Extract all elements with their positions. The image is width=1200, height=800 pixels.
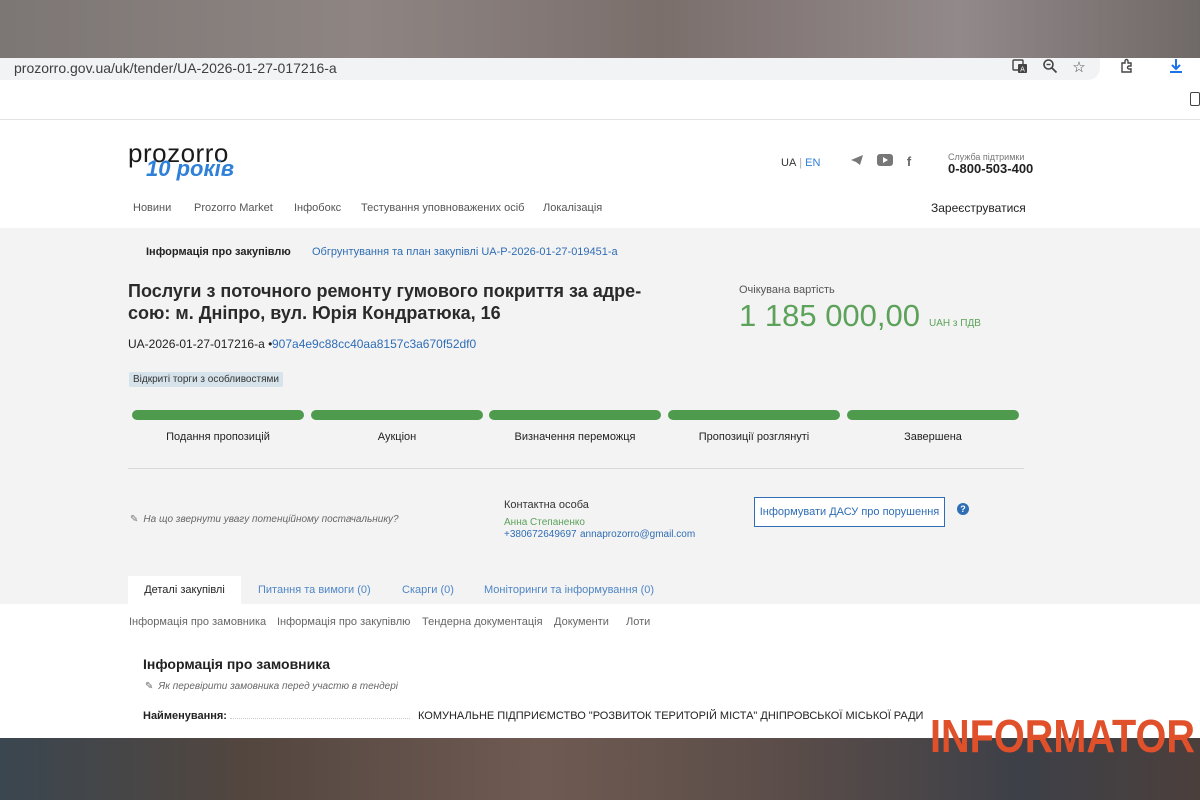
stage-label: Аукціон: [377, 431, 417, 443]
customer-name-value: КОМУНАЛЬНЕ ПІДПРИЄМСТВО "РОЗВИТОК ТЕРИТО…: [418, 710, 924, 722]
stage-bar-reviewed: [668, 410, 840, 420]
stage-label: Визначення переможця: [514, 431, 636, 443]
stage-bar-winner: [489, 410, 661, 420]
contact-name: Анна Степаненко: [504, 517, 585, 528]
contact-email[interactable]: annaprozorro@gmail.com: [580, 529, 695, 540]
site-header: prozorro 10 років UA | EN f Служба підтрим…: [0, 120, 1200, 228]
stage-bar-completed: [847, 410, 1019, 420]
translate-icon[interactable]: A: [1010, 58, 1030, 78]
tender-title: Послуги з поточного ремонту гумового пок…: [128, 281, 642, 323]
subnav-procurement[interactable]: Інформація про закупівлю: [277, 616, 410, 628]
subnav-tender-docs[interactable]: Тендерна документація: [422, 616, 543, 628]
stage-bar-auction: [311, 410, 483, 420]
page: prozorro 10 років UA | EN f Служба підтрим…: [0, 120, 1200, 738]
address-bar[interactable]: prozorro.gov.ua/uk/tender/UA-2026-01-27-…: [0, 58, 1100, 80]
stage-label: Пропозиції розглянуті: [698, 431, 810, 443]
section-divider: [128, 468, 1024, 469]
nav-localization[interactable]: Локалізація: [543, 202, 602, 214]
expected-value: 1 185 000,00: [739, 298, 921, 333]
extensions-icon[interactable]: [1117, 58, 1137, 78]
photo-background-top: [0, 0, 1200, 62]
youtube-icon[interactable]: [876, 154, 894, 169]
download-icon[interactable]: [1166, 58, 1186, 78]
stage-bar-submission: [132, 410, 304, 420]
lang-ua[interactable]: UA: [781, 157, 796, 169]
subnav-documents[interactable]: Документи: [554, 616, 609, 628]
side-panel-icon[interactable]: [1190, 92, 1200, 106]
supplier-hint-link[interactable]: ✎ На що звернути увагу потенційному поста…: [130, 514, 399, 525]
tab-details[interactable]: Деталі закупівлі: [128, 576, 241, 604]
browser-chrome: prozorro.gov.ua/uk/tender/UA-2026-01-27-…: [0, 58, 1200, 120]
contact-label: Контактна особа: [504, 499, 589, 511]
telegram-icon[interactable]: [848, 154, 866, 169]
customer-name-label: Найменування:: [143, 710, 227, 722]
section-title: Інформація про замовника: [143, 656, 331, 672]
tab-monitoring[interactable]: Моніторинги та інформування (0): [484, 576, 654, 604]
tender-id: UA-2026-01-27-017216-a •: [128, 337, 273, 351]
edit-icon: ✎: [130, 514, 139, 525]
svg-text:A: A: [1020, 66, 1025, 74]
help-icon[interactable]: ?: [957, 503, 969, 515]
nav-news[interactable]: Новини: [133, 202, 171, 214]
tab-plan-link[interactable]: Обгрунтування та план закупівлі UA-P-202…: [312, 246, 618, 258]
edit-icon: ✎: [145, 681, 154, 692]
nav-infobox[interactable]: Інфобокс: [294, 202, 341, 214]
language-switcher: UA | EN: [781, 157, 821, 169]
customer-check-text[interactable]: Як перевірити замовника перед участю в т…: [158, 681, 398, 692]
row-dots: [230, 718, 410, 719]
tab-questions[interactable]: Питання та вимоги (0): [258, 576, 371, 604]
subnav-lots[interactable]: Лоти: [626, 616, 650, 628]
nav-testing[interactable]: Тестування уповноважених осіб: [361, 202, 524, 214]
register-link[interactable]: Зареєструватися: [931, 201, 1026, 215]
stage-label: Подання пропозицій: [166, 431, 270, 443]
supplier-hint-text[interactable]: На що звернути увагу потенційному постач…: [143, 514, 398, 525]
expected-value-label: Очікувана вартість: [739, 284, 835, 296]
watermark-text: INFORMATOR: [930, 710, 1195, 762]
lang-en[interactable]: EN: [805, 157, 820, 169]
informator-watermark: INFORMATOR: [930, 710, 1195, 762]
customer-check-link[interactable]: ✎ Як перевірити замовника перед участю в …: [145, 681, 398, 692]
tab-procurement-info[interactable]: Інформація про закупівлю: [146, 246, 291, 258]
subnav-customer[interactable]: Інформація про замовника: [129, 616, 266, 628]
nav-market[interactable]: Prozorro Market: [194, 202, 273, 214]
star-icon[interactable]: ☆: [1069, 58, 1089, 76]
facebook-icon[interactable]: f: [900, 154, 918, 169]
expected-currency: UAH з ПДВ: [929, 318, 981, 329]
logo-years[interactable]: 10 років: [146, 156, 234, 182]
url-text[interactable]: prozorro.gov.ua/uk/tender/UA-2026-01-27-…: [14, 60, 337, 76]
tender-hash-link[interactable]: 907a4e9c88cc40aa8157c3a670f52df0: [272, 337, 476, 351]
tab-complaints[interactable]: Скарги (0): [402, 576, 454, 604]
stage-label: Завершена: [904, 431, 962, 443]
contact-phone[interactable]: +380672649697: [504, 529, 577, 540]
status-badge: Відкриті торги з особливостями: [129, 372, 283, 387]
support-phone[interactable]: 0-800-503-400: [948, 161, 1033, 176]
tender-summary: Інформація про закупівлю Обгрунтування т…: [0, 228, 1200, 604]
zoom-icon[interactable]: [1040, 58, 1060, 78]
report-dasu-button[interactable]: Інформувати ДАСУ про порушення: [754, 497, 945, 527]
